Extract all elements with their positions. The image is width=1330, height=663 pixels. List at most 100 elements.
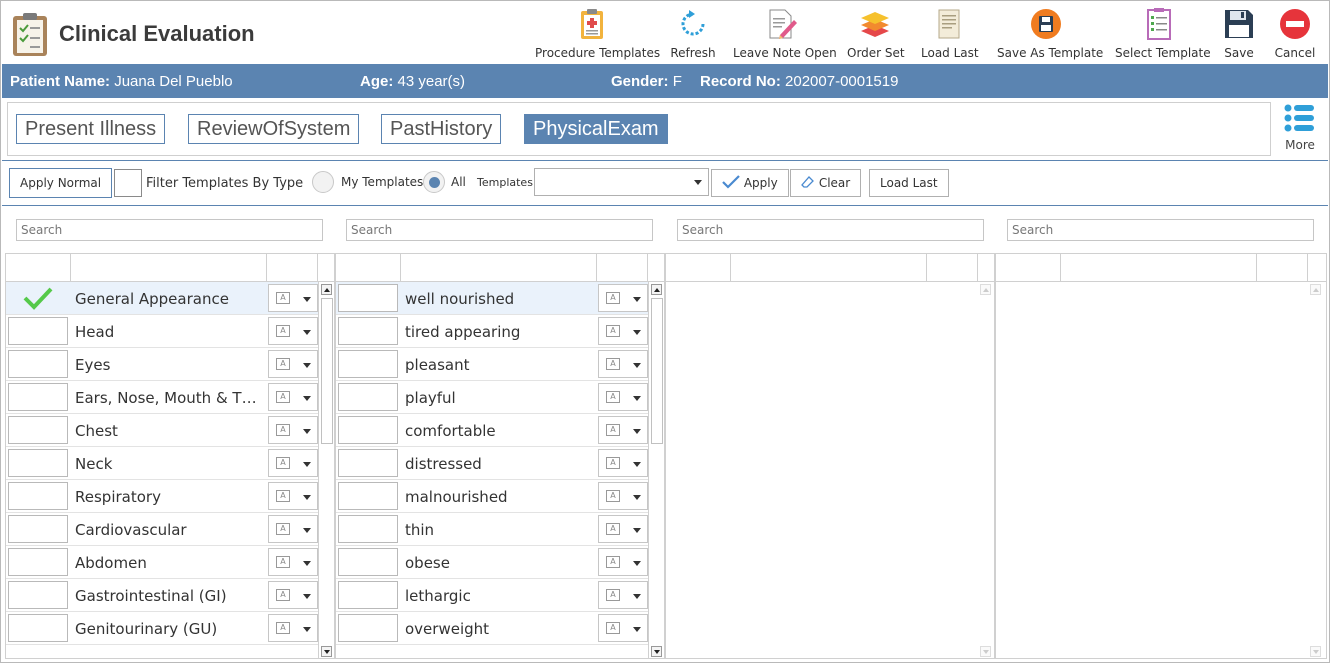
row-checkbox[interactable] bbox=[338, 449, 398, 477]
scroll-down-icon[interactable] bbox=[321, 646, 332, 657]
table-row[interactable]: obese A bbox=[336, 546, 648, 579]
scroll-thumb[interactable] bbox=[651, 298, 663, 444]
table-row[interactable]: thin A bbox=[336, 513, 648, 546]
row-checkbox[interactable] bbox=[8, 383, 68, 411]
systems-search-input[interactable]: Search bbox=[16, 219, 323, 241]
filter-by-type-checkbox[interactable] bbox=[114, 169, 142, 197]
scroll-up-icon[interactable] bbox=[1310, 284, 1321, 295]
procedure-templates-button[interactable]: Procedure Templates bbox=[535, 7, 660, 61]
row-text-dropdown[interactable]: A bbox=[268, 350, 318, 378]
panel-3-search-input[interactable]: Search bbox=[677, 219, 984, 241]
tab-review-of-system[interactable]: ReviewOfSystem bbox=[188, 114, 360, 144]
cancel-button[interactable]: Cancel bbox=[1273, 7, 1317, 61]
clear-button[interactable]: Clear bbox=[790, 169, 862, 197]
table-row[interactable]: well nourished A bbox=[336, 282, 648, 315]
row-text-dropdown[interactable]: A bbox=[268, 614, 318, 642]
panel-4-scrollbar[interactable] bbox=[1308, 282, 1324, 658]
row-text-dropdown[interactable]: A bbox=[598, 317, 648, 345]
table-row[interactable]: lethargic A bbox=[336, 579, 648, 612]
row-text-dropdown[interactable]: A bbox=[268, 581, 318, 609]
row-checkbox[interactable] bbox=[338, 515, 398, 543]
row-text-dropdown[interactable]: A bbox=[598, 284, 648, 312]
table-row[interactable]: distressed A bbox=[336, 447, 648, 480]
templates-select[interactable] bbox=[534, 168, 709, 196]
row-text-dropdown[interactable]: A bbox=[268, 317, 318, 345]
row-checkbox[interactable] bbox=[8, 614, 68, 642]
row-checkbox[interactable] bbox=[8, 449, 68, 477]
table-row[interactable]: Eyes A bbox=[6, 348, 318, 381]
table-row[interactable]: Chest A bbox=[6, 414, 318, 447]
row-checkbox[interactable] bbox=[338, 548, 398, 576]
table-row[interactable]: Cardiovascular A bbox=[6, 513, 318, 546]
row-text-dropdown[interactable]: A bbox=[598, 383, 648, 411]
row-checkbox[interactable] bbox=[8, 350, 68, 378]
load-last-button[interactable]: Load Last bbox=[869, 169, 949, 197]
findings-scrollbar[interactable] bbox=[648, 282, 664, 658]
row-checkbox[interactable] bbox=[338, 350, 398, 378]
table-row[interactable]: overweight A bbox=[336, 612, 648, 645]
table-row[interactable]: Head A bbox=[6, 315, 318, 348]
row-text-dropdown[interactable]: A bbox=[598, 548, 648, 576]
row-text-dropdown[interactable]: A bbox=[598, 581, 648, 609]
scroll-down-icon[interactable] bbox=[651, 646, 662, 657]
leave-note-open-button[interactable]: Leave Note Open bbox=[733, 7, 837, 61]
row-checkbox[interactable] bbox=[8, 548, 68, 576]
row-checkbox[interactable] bbox=[338, 317, 398, 345]
my-templates-radio[interactable] bbox=[312, 171, 334, 193]
save-button[interactable]: Save bbox=[1219, 7, 1259, 61]
row-text-dropdown[interactable]: A bbox=[598, 515, 648, 543]
row-text-dropdown[interactable]: A bbox=[598, 482, 648, 510]
row-checkbox[interactable] bbox=[8, 482, 68, 510]
row-checkbox[interactable] bbox=[338, 482, 398, 510]
tab-present-illness[interactable]: Present Illness bbox=[16, 114, 166, 144]
row-text-dropdown[interactable]: A bbox=[268, 416, 318, 444]
row-text-dropdown[interactable]: A bbox=[268, 449, 318, 477]
table-row[interactable]: Ears, Nose, Mouth & Thr... A bbox=[6, 381, 318, 414]
row-text-dropdown[interactable]: A bbox=[268, 383, 318, 411]
table-row[interactable]: Gastrointestinal (GI) A bbox=[6, 579, 318, 612]
row-checkbox[interactable] bbox=[338, 581, 398, 609]
systems-scrollbar[interactable] bbox=[318, 282, 334, 658]
row-text-dropdown[interactable]: A bbox=[598, 449, 648, 477]
row-checkbox[interactable] bbox=[338, 284, 398, 312]
panel-4-search-input[interactable]: Search bbox=[1007, 219, 1314, 241]
scroll-down-icon[interactable] bbox=[1310, 646, 1321, 657]
table-row[interactable]: Genitourinary (GU) A bbox=[6, 612, 318, 645]
table-row[interactable]: malnourished A bbox=[336, 480, 648, 513]
table-row[interactable]: pleasant A bbox=[336, 348, 648, 381]
scroll-thumb[interactable] bbox=[321, 298, 333, 444]
table-row[interactable]: comfortable A bbox=[336, 414, 648, 447]
row-text-dropdown[interactable]: A bbox=[598, 350, 648, 378]
row-text-dropdown[interactable]: A bbox=[268, 515, 318, 543]
load-last-toolbar-button[interactable]: Load Last bbox=[921, 7, 979, 61]
row-checkbox[interactable] bbox=[338, 614, 398, 642]
panel-3-scrollbar[interactable] bbox=[978, 282, 994, 658]
all-templates-radio[interactable] bbox=[423, 171, 445, 193]
row-text-dropdown[interactable]: A bbox=[598, 416, 648, 444]
table-row[interactable]: Abdomen A bbox=[6, 546, 318, 579]
table-row[interactable]: General Appearance A bbox=[6, 282, 318, 315]
table-row[interactable]: tired appearing A bbox=[336, 315, 648, 348]
scroll-up-icon[interactable] bbox=[321, 284, 332, 295]
order-set-button[interactable]: Order Set bbox=[847, 7, 905, 61]
more-button[interactable]: More bbox=[1280, 104, 1320, 154]
scroll-up-icon[interactable] bbox=[980, 284, 991, 295]
row-checkbox[interactable] bbox=[8, 581, 68, 609]
scroll-up-icon[interactable] bbox=[651, 284, 662, 295]
row-checkbox[interactable] bbox=[8, 284, 68, 312]
select-template-button[interactable]: Select Template bbox=[1115, 7, 1211, 61]
row-text-dropdown[interactable]: A bbox=[598, 614, 648, 642]
row-checkbox[interactable] bbox=[8, 317, 68, 345]
tab-physical-exam[interactable]: PhysicalExam bbox=[524, 114, 668, 144]
row-text-dropdown[interactable]: A bbox=[268, 482, 318, 510]
table-row[interactable]: Respiratory A bbox=[6, 480, 318, 513]
apply-normal-button[interactable]: Apply Normal bbox=[9, 168, 113, 198]
apply-button[interactable]: Apply bbox=[711, 169, 789, 197]
row-text-dropdown[interactable]: A bbox=[268, 284, 318, 312]
tab-past-history[interactable]: PastHistory bbox=[381, 114, 502, 144]
findings-search-input[interactable]: Search bbox=[346, 219, 653, 241]
row-checkbox[interactable] bbox=[338, 416, 398, 444]
scroll-down-icon[interactable] bbox=[980, 646, 991, 657]
row-checkbox[interactable] bbox=[8, 416, 68, 444]
table-row[interactable]: playful A bbox=[336, 381, 648, 414]
